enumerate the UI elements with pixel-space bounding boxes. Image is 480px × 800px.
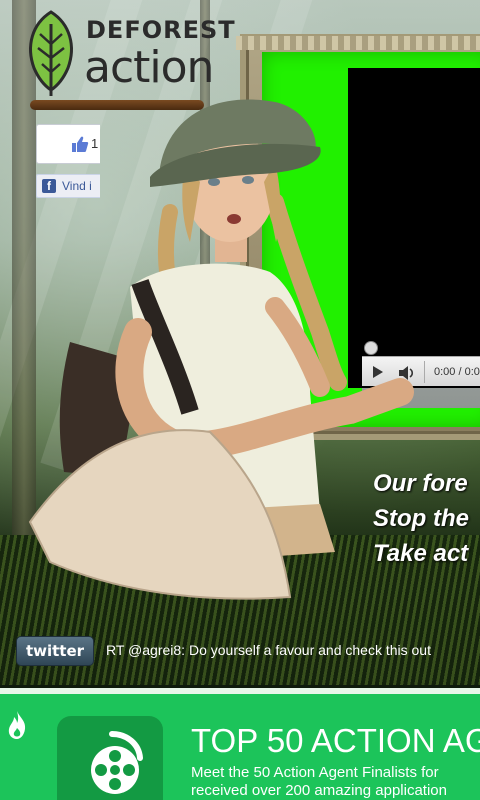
top-50-banner[interactable]: TOP 50 ACTION AG Meet the 50 Action Agen…	[0, 688, 480, 800]
tweet-text[interactable]: RT @agrei8: Do yourself a favour and che…	[106, 642, 431, 658]
video-time: 0:00 / 0:0	[434, 366, 480, 378]
explorer-girl-image	[28, 99, 414, 600]
slogan-line: Take act	[373, 540, 469, 567]
twitter-logo[interactable]: twitter	[16, 636, 94, 666]
hero-scene: DEFOREST action 1 f Vind i 0:00 / 0:0 Ou…	[0, 0, 480, 685]
banner-title: TOP 50 ACTION AG	[191, 722, 480, 759]
slogan-line: Our fore	[373, 470, 468, 497]
banner-description-line: received over 200 amazing application	[191, 782, 447, 799]
twitter-feed-bar: twitter RT @agrei8: Do yourself a favour…	[0, 630, 480, 674]
logo-word-deforest: DEFOREST	[86, 16, 236, 44]
slogan-line: Stop the	[373, 505, 469, 532]
banner-description: Meet the 50 Action Agent Finalists for r…	[191, 764, 447, 800]
flame-icon	[8, 711, 26, 739]
film-reel-icon	[91, 731, 143, 794]
logo-word-action: action	[84, 42, 214, 93]
leaf-logo-icon	[29, 10, 73, 96]
billboard-frame-top	[236, 36, 480, 50]
banner-description-line: Meet the 50 Action Agent Finalists for	[191, 764, 439, 781]
page: DEFOREST action 1 f Vind i 0:00 / 0:0 Ou…	[0, 0, 480, 800]
film-app-tile[interactable]	[57, 716, 163, 800]
